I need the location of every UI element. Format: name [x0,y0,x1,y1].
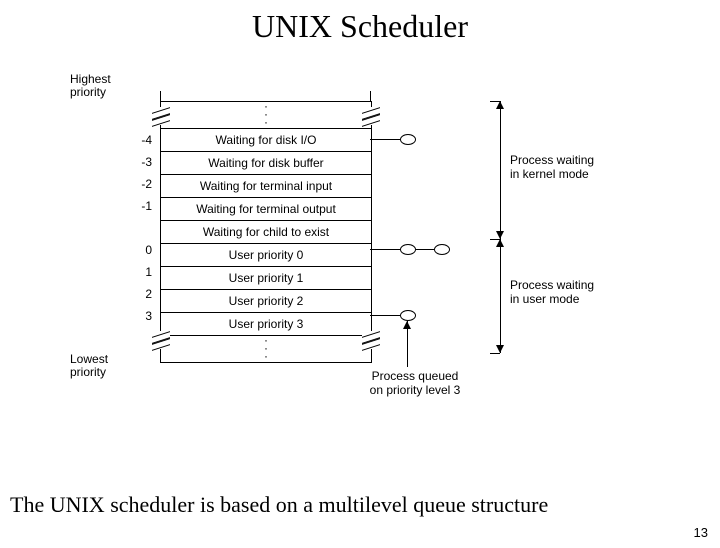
kernel-vline [500,101,501,239]
dots-row-bottom: ··· [161,336,371,363]
lowest-priority-label: Lowestpriority [70,353,108,379]
user-vline [500,239,501,353]
slide-caption: The UNIX scheduler is based on a multile… [10,492,548,518]
queue-node-3 [400,310,416,321]
queue-node-2b [434,244,450,255]
queue-line-3 [370,315,400,316]
top-tick-left [160,91,161,101]
user-mode-label: Process waitingin user mode [510,278,594,306]
dots-row-top: ··· [161,102,371,129]
prio-minus2: -2 [112,177,152,191]
prio-2: 2 [112,287,152,301]
top-tick-right [370,91,371,101]
slide-title: UNIX Scheduler [0,8,720,45]
row-disk-buffer: Waiting for disk buffer [161,152,371,175]
prio-minus4: -4 [112,133,152,147]
prio-3: 3 [112,309,152,323]
prio-minus1: -1 [112,199,152,213]
scheduler-diagram: Highestpriority Lowestpriority ··· Waiti… [50,53,670,413]
queue-node-1 [400,134,416,145]
page-number: 13 [694,525,708,540]
user-tick-bottom [490,353,500,354]
prio-minus3: -3 [112,155,152,169]
row-child-exist: Waiting for child to exist [161,221,371,244]
kernel-mode-label: Process waitingin kernel mode [510,153,594,181]
queue-node-2a [400,244,416,255]
kernel-arrow-up [496,101,504,109]
row-user-1: User priority 1 [161,267,371,290]
user-arrow-up [496,239,504,247]
queue-line-1 [370,139,400,140]
row-disk-io: Waiting for disk I/O [161,129,371,152]
queue-line-2b [416,249,434,250]
break-bottom-left [152,331,170,349]
row-user-2: User priority 2 [161,290,371,313]
pointer-label: Process queuedon priority level 3 [360,369,470,397]
break-top-left [152,107,170,125]
row-terminal-input: Waiting for terminal input [161,175,371,198]
prio-0: 0 [112,243,152,257]
pointer-arrow [403,321,411,329]
kernel-arrow-down [496,231,504,239]
queue-line-2a [370,249,400,250]
prio-1: 1 [112,265,152,279]
break-top-right [362,107,380,125]
row-user-0: User priority 0 [161,244,371,267]
highest-priority-label: Highestpriority [70,73,111,99]
user-arrow-down [496,345,504,353]
row-terminal-output: Waiting for terminal output [161,198,371,221]
priority-table: ··· Waiting for disk I/O Waiting for dis… [160,101,372,363]
break-bottom-right [362,331,380,349]
